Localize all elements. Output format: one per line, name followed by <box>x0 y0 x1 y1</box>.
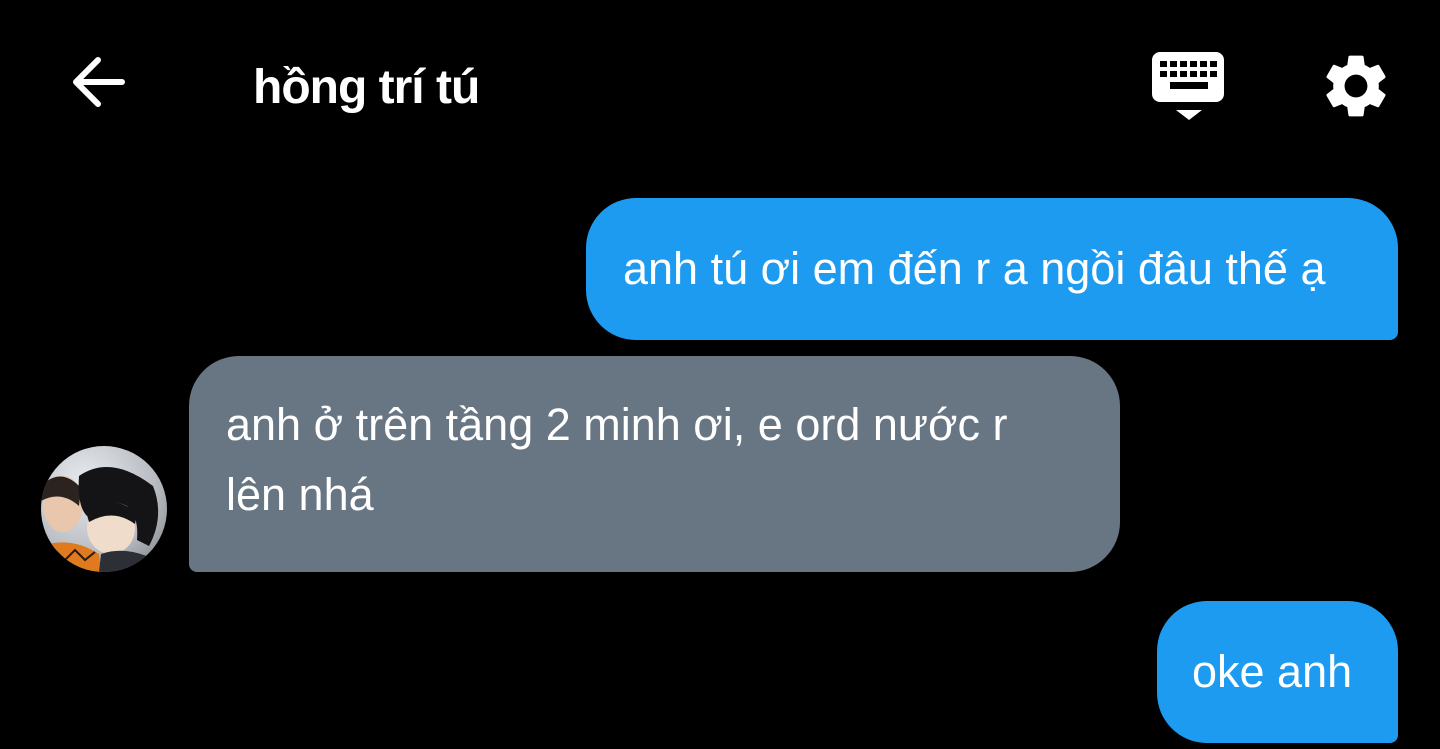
conversation-title: hồng trí tú <box>253 61 480 114</box>
message-bubble-outgoing[interactable]: anh tú ơi em đến r a ngồi đâu thế ạ <box>586 198 1398 340</box>
message-bubble-incoming[interactable]: anh ở trên tầng 2 minh ơi, e ord nước r … <box>189 356 1120 572</box>
chat-screen: hồng trí tú anh tú ơi em đến r a ngồi đâ… <box>0 0 1440 749</box>
message-bubble-outgoing[interactable]: oke anh <box>1157 601 1398 743</box>
gear-icon <box>1326 55 1386 117</box>
arrow-left-icon <box>73 57 125 107</box>
avatar[interactable] <box>41 446 167 572</box>
back-button[interactable] <box>62 50 134 114</box>
keyboard-hide-icon <box>1152 52 1224 120</box>
settings-button[interactable] <box>1316 48 1396 124</box>
keyboard-toggle-button[interactable] <box>1146 48 1232 124</box>
avatar-photo <box>41 446 167 572</box>
